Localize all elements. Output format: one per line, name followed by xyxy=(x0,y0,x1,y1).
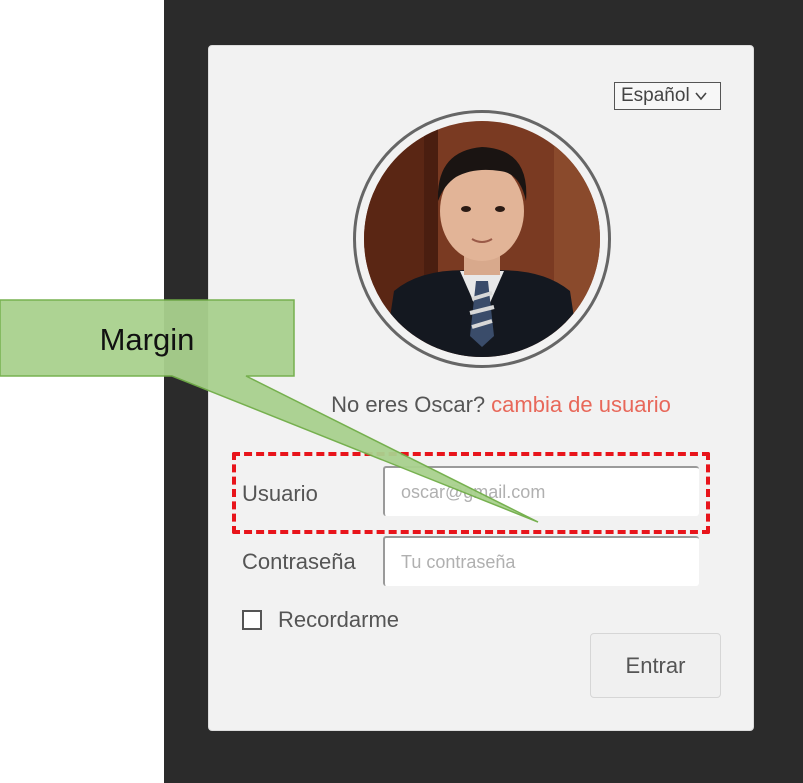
switch-user-link[interactable]: cambia de usuario xyxy=(491,392,671,417)
login-card: Español No eres Oscar? cambia de usuario… xyxy=(208,45,754,731)
username-field[interactable] xyxy=(383,466,699,516)
login-button[interactable]: Entrar xyxy=(590,633,721,698)
username-label: Usuario xyxy=(242,481,318,506)
language-select[interactable]: Español xyxy=(614,82,721,110)
password-label: Contraseña xyxy=(242,549,356,574)
remember-checkbox[interactable] xyxy=(242,610,262,630)
chevron-down-icon xyxy=(695,92,707,101)
remember-label: Recordarme xyxy=(278,607,400,632)
password-field[interactable] xyxy=(383,536,699,586)
switch-user-line: No eres Oscar? cambia de usuario xyxy=(209,392,753,418)
avatar xyxy=(364,121,600,357)
avatar-frame xyxy=(353,110,611,368)
language-value: Español xyxy=(621,85,690,106)
not-user-prompt: No eres Oscar? xyxy=(331,392,486,417)
callout-label: Margin xyxy=(99,322,195,357)
